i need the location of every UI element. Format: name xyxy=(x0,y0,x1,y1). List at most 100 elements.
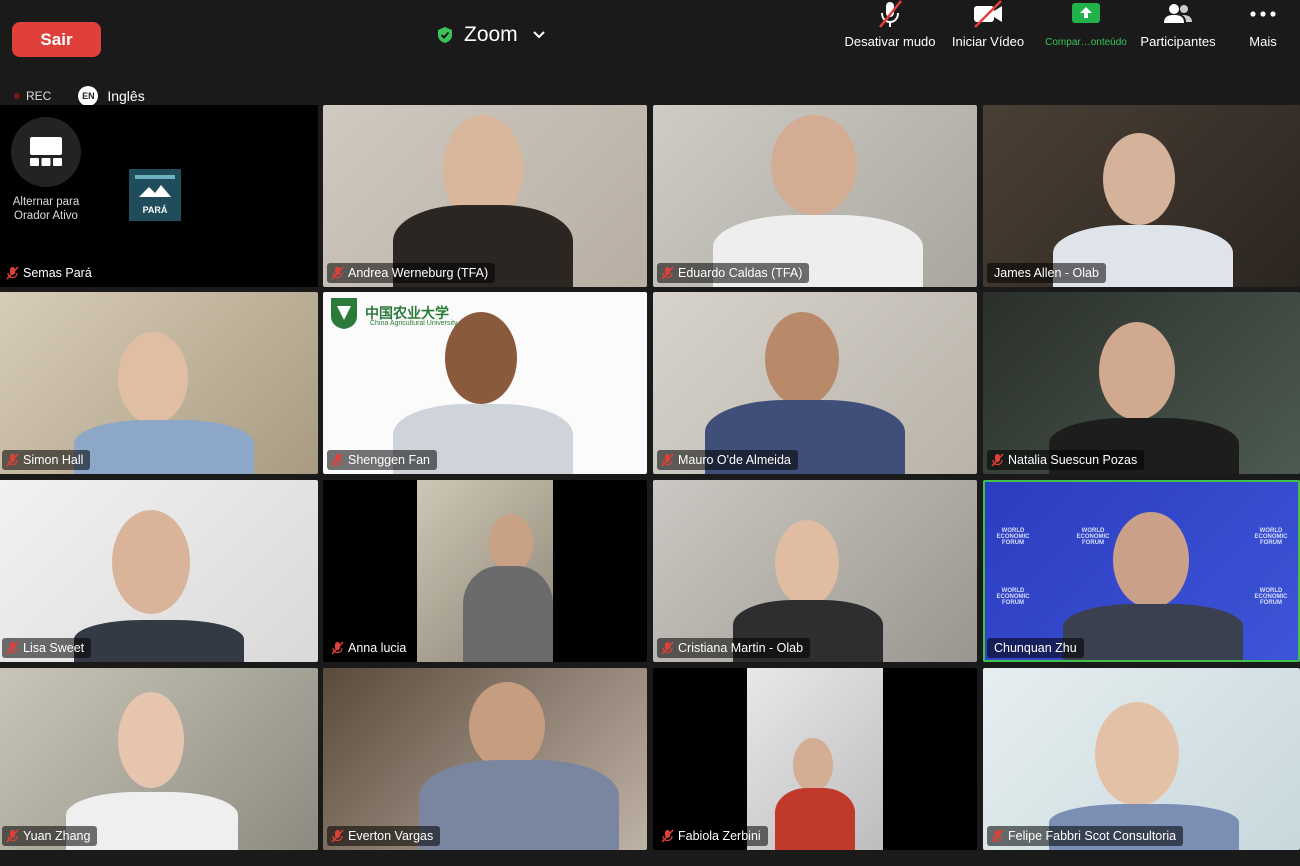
participant-name: Mauro O'de Almeida xyxy=(678,453,791,467)
share-screen-label: Compar…onteúdo xyxy=(1045,37,1127,48)
participant-name-tag: Andrea Werneburg (TFA) xyxy=(327,263,496,283)
video-tile[interactable]: 中国农业大学 China Agricultural University She… xyxy=(323,292,647,474)
video-off-icon xyxy=(974,0,1002,28)
video-tile[interactable]: Fabiola Zerbini xyxy=(653,668,977,850)
video-tile[interactable]: Yuan Zhang xyxy=(0,668,318,850)
participant-name: Simon Hall xyxy=(23,453,84,467)
participant-name: Felipe Fabbri Scot Consultoria xyxy=(1008,829,1177,843)
participant-name-tag: Mauro O'de Almeida xyxy=(657,450,798,470)
participant-name-tag: Fabiola Zerbini xyxy=(657,826,768,846)
participant-name-tag: Natalia Suescun Pozas xyxy=(987,450,1145,470)
logo-text: PARÁ xyxy=(142,205,168,215)
participant-name-tag: Simon Hall xyxy=(2,450,91,470)
muted-mic-icon xyxy=(6,829,19,843)
switch-to-active-speaker-label: Alternar para Orador Ativo xyxy=(12,196,80,222)
interpretation-language[interactable]: EN Inglês xyxy=(78,86,145,106)
video-tile[interactable]: Felipe Fabbri Scot Consultoria xyxy=(983,668,1300,850)
muted-mic-icon xyxy=(6,266,19,280)
participant-name-tag: Anna lucia xyxy=(327,638,414,658)
participant-name: Anna lucia xyxy=(348,641,407,655)
speaker-view-icon xyxy=(30,137,62,166)
meeting-title-label: Zoom xyxy=(464,23,518,46)
muted-mic-icon xyxy=(661,641,674,655)
more-icon xyxy=(1250,11,1276,17)
video-tile[interactable]: Alternar para Orador Ativo PARÁ Semas Pa… xyxy=(0,105,318,287)
participant-name-tag: James Allen - Olab xyxy=(987,263,1106,283)
participant-name: Lisa Sweet xyxy=(23,641,85,655)
share-screen-icon xyxy=(1072,3,1100,23)
video-tile[interactable]: Simon Hall xyxy=(0,292,318,474)
muted-mic-icon xyxy=(331,641,344,655)
encryption-shield-icon xyxy=(438,27,452,43)
video-tile[interactable]: Lisa Sweet xyxy=(0,480,318,662)
wef-backdrop-text: WORLD ECONOMIC FORUM xyxy=(996,588,1030,606)
participant-name-tag: Felipe Fabbri Scot Consultoria xyxy=(987,826,1184,846)
participant-name-tag: Yuan Zhang xyxy=(2,826,98,846)
video-tile-active-speaker[interactable]: WORLD ECONOMIC FORUM WORLD ECONOMIC FORU… xyxy=(983,480,1300,662)
video-tile[interactable]: Andrea Werneburg (TFA) xyxy=(323,105,647,287)
participant-name: Fabiola Zerbini xyxy=(678,829,761,843)
participant-name: Chunquan Zhu xyxy=(994,641,1077,655)
muted-mic-icon xyxy=(991,453,1004,467)
participant-name-tag: Eduardo Caldas (TFA) xyxy=(657,263,810,283)
video-tile[interactable]: Anna lucia xyxy=(323,480,647,662)
muted-mic-icon xyxy=(331,453,344,467)
wef-backdrop-text: WORLD ECONOMIC FORUM xyxy=(1254,588,1288,606)
leave-button[interactable]: Sair xyxy=(12,22,101,57)
video-tile[interactable]: Everton Vargas xyxy=(323,668,647,850)
wef-backdrop-text: WORLD ECONOMIC FORUM xyxy=(1254,528,1288,546)
meeting-toolbar: Sair Zoom Desativar mudo Iniciar Vídeo C… xyxy=(0,0,1300,82)
participant-name: Andrea Werneburg (TFA) xyxy=(348,266,489,280)
share-screen-button[interactable]: Compar…onteúdo xyxy=(1039,0,1133,50)
video-tile[interactable]: James Allen - Olab xyxy=(983,105,1300,287)
participant-name: Natalia Suescun Pozas xyxy=(1008,453,1138,467)
participant-name-tag: Cristiana Martin - Olab xyxy=(657,638,811,658)
unmute-button[interactable]: Desativar mudo xyxy=(841,0,939,50)
semas-para-logo: PARÁ xyxy=(129,169,181,221)
record-dot-icon xyxy=(14,93,20,99)
participant-name: Shenggen Fan xyxy=(348,453,431,467)
video-tile[interactable]: Natalia Suescun Pozas xyxy=(983,292,1300,474)
participant-name: Everton Vargas xyxy=(348,829,434,843)
participant-name-tag: Lisa Sweet xyxy=(2,638,92,658)
unmute-label: Desativar mudo xyxy=(844,34,936,49)
wef-backdrop-text: WORLD ECONOMIC FORUM xyxy=(1076,528,1110,546)
participants-icon xyxy=(1164,4,1192,23)
muted-mic-icon xyxy=(661,829,674,843)
muted-mic-icon xyxy=(6,641,19,655)
participant-name: Eduardo Caldas (TFA) xyxy=(678,266,803,280)
participant-name: Yuan Zhang xyxy=(23,829,91,843)
start-video-label: Iniciar Vídeo xyxy=(951,34,1025,49)
rec-label: REC xyxy=(26,89,52,103)
microphone-muted-icon xyxy=(879,0,902,28)
muted-mic-icon xyxy=(331,829,344,843)
participant-name-tag: Everton Vargas xyxy=(327,826,441,846)
video-tile[interactable]: Cristiana Martin - Olab xyxy=(653,480,977,662)
logo-shape-icon xyxy=(135,175,175,197)
participants-label: Participantes xyxy=(1140,34,1216,49)
university-crest-icon xyxy=(331,298,357,329)
language-label: Inglês xyxy=(107,88,145,104)
participant-name-tag: Semas Pará xyxy=(2,263,99,283)
university-name-english: China Agricultural University xyxy=(370,320,458,327)
language-badge: EN xyxy=(78,86,99,106)
switch-to-active-speaker-button[interactable]: Alternar para Orador Ativo xyxy=(8,117,84,223)
participant-name: Cristiana Martin - Olab xyxy=(678,641,804,655)
participant-name-tag: Chunquan Zhu xyxy=(987,638,1084,658)
muted-mic-icon xyxy=(661,453,674,467)
participant-name: James Allen - Olab xyxy=(994,266,1099,280)
start-video-button[interactable]: Iniciar Vídeo xyxy=(947,0,1029,50)
participant-name: Semas Pará xyxy=(23,266,92,280)
wef-backdrop-text: WORLD ECONOMIC FORUM xyxy=(996,528,1030,546)
chevron-down-icon xyxy=(532,31,545,39)
recording-indicator[interactable]: REC xyxy=(14,89,51,103)
video-tile[interactable]: Mauro O'de Almeida xyxy=(653,292,977,474)
muted-mic-icon xyxy=(661,266,674,280)
muted-mic-icon xyxy=(991,829,1004,843)
more-button[interactable]: Mais xyxy=(1240,0,1286,50)
participants-button[interactable]: Participantes xyxy=(1134,0,1222,50)
participant-name-tag: Shenggen Fan xyxy=(327,450,438,470)
muted-mic-icon xyxy=(6,453,19,467)
video-tile[interactable]: Eduardo Caldas (TFA) xyxy=(653,105,977,287)
meeting-title[interactable]: Zoom xyxy=(436,20,546,50)
